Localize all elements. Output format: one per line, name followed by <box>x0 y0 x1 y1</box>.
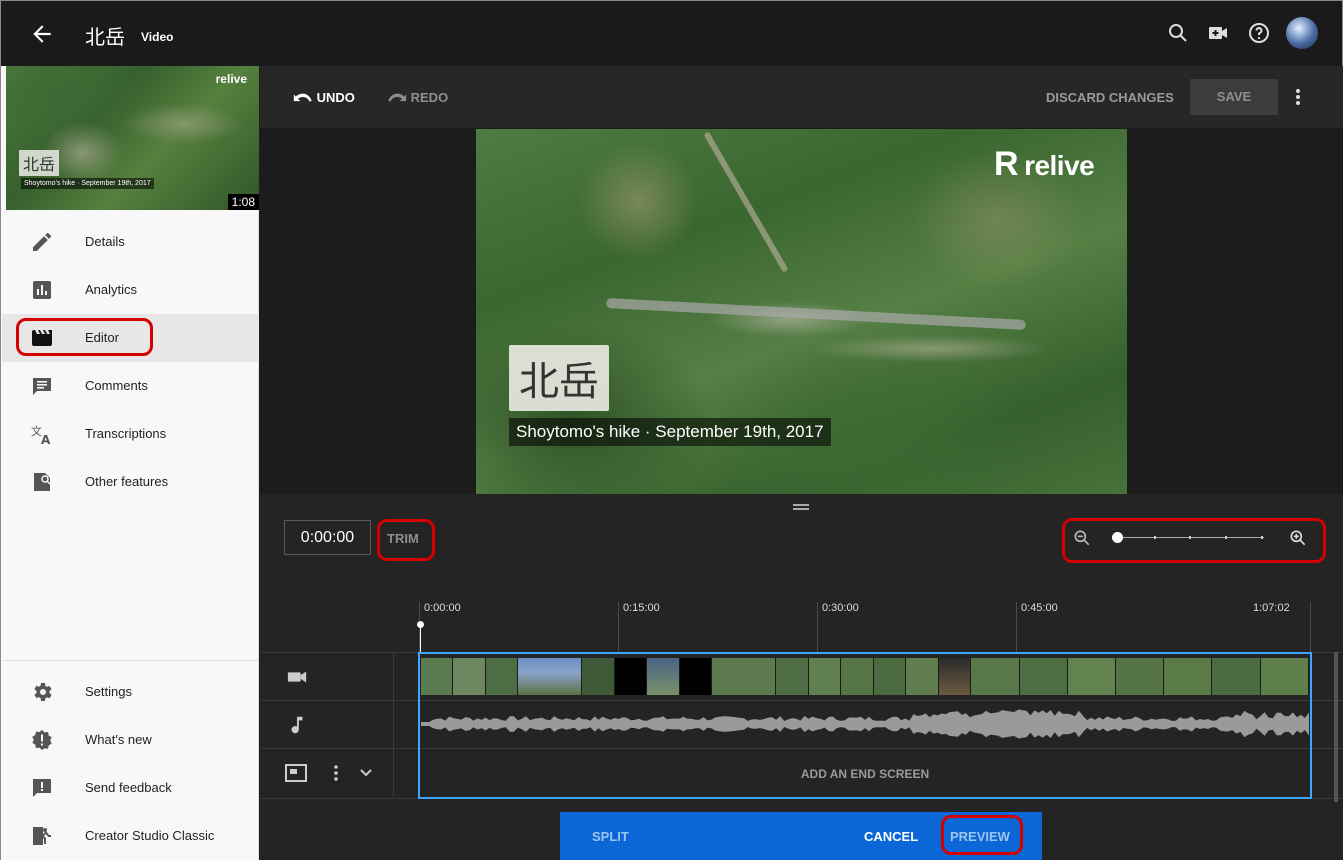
split-button[interactable]: SPLIT <box>592 829 629 844</box>
video-preview-area: Rrelive 北岳 Shoytomo's hike · September 1… <box>260 128 1343 495</box>
ruler-label: 0:00:00 <box>424 602 461 614</box>
clapperboard-icon <box>32 330 52 346</box>
sidebar-item-comments[interactable]: Comments <box>2 362 259 410</box>
sidebar-item-label: Transcriptions <box>85 426 167 441</box>
sidebar-item-whats-new[interactable]: What's new <box>2 716 259 764</box>
zoom-out-icon[interactable] <box>1072 528 1092 548</box>
redo-icon <box>388 93 407 102</box>
bar-chart-icon <box>33 281 51 299</box>
action-bar: SPLIT CANCEL PREVIEW <box>560 812 1042 860</box>
sidebar-item-label: Analytics <box>85 282 138 297</box>
sidebar-item-label: Settings <box>85 684 132 699</box>
ruler-tick <box>1310 602 1311 652</box>
ruler-label: 0:45:00 <box>1021 602 1058 614</box>
thumbnail-duration: 1:08 <box>227 194 259 210</box>
end-screen-track-header <box>260 749 394 797</box>
page-subtitle: Video <box>141 30 174 44</box>
undo-label: UNDO <box>316 90 355 105</box>
avatar[interactable] <box>1286 17 1318 49</box>
more-vert-icon[interactable] <box>328 763 344 783</box>
zoom-tick <box>1225 536 1227 539</box>
zoom-slider-knob[interactable] <box>1112 532 1123 543</box>
zoom-tick <box>1189 536 1191 539</box>
trim-button[interactable]: TRIM <box>387 531 419 546</box>
video-overlay-caption: Shoytomo's hike · September 19th, 2017 <box>509 418 831 446</box>
sidebar-item-label: Editor <box>85 330 119 345</box>
ruler-label: 1:07:02 <box>1253 602 1290 614</box>
video-player[interactable]: Rrelive 北岳 Shoytomo's hike · September 1… <box>476 129 1127 495</box>
sidebar-item-label: Comments <box>85 378 148 393</box>
sidebar-item-other-features[interactable]: Other features <box>2 458 259 506</box>
more-vert-icon[interactable] <box>1288 85 1308 109</box>
terrain-gully <box>703 131 789 273</box>
sidebar-item-transcriptions[interactable]: 文 A Transcriptions <box>2 410 259 458</box>
top-bar: 北岳 Video <box>0 0 1343 66</box>
back-arrow-icon[interactable] <box>29 21 55 47</box>
video-camera-icon <box>287 671 307 683</box>
sidebar-item-label: Creator Studio Classic <box>85 828 215 843</box>
preview-button[interactable]: PREVIEW <box>950 829 1010 844</box>
search-icon[interactable] <box>1166 21 1190 45</box>
thumbnail-title: 北岳 <box>19 150 60 176</box>
save-button[interactable]: SAVE <box>1190 79 1278 115</box>
sidebar-item-label: Details <box>85 234 125 249</box>
sidebar-item-editor[interactable]: Editor <box>2 314 259 362</box>
terrain-river <box>606 298 1026 330</box>
clip-selection-box[interactable] <box>418 652 1312 799</box>
page-title: 北岳 <box>85 25 125 49</box>
chevron-down-icon[interactable] <box>358 765 374 781</box>
other-features-icon <box>34 473 51 491</box>
gear-icon <box>34 683 52 701</box>
zoom-tick <box>1154 536 1156 539</box>
undo-icon <box>293 93 312 102</box>
thumbnail-caption: Shoytomo's hike · September 19th, 2017 <box>21 178 154 189</box>
sidebar-item-label: Other features <box>85 474 169 489</box>
timeline-panel: 0:00:00 TRIM 0:00:00 0:15:00 0:30:00 0:4… <box>260 494 1343 860</box>
editor-toolbar: UNDO REDO DISCARD CHANGES SAVE <box>260 66 1343 128</box>
undo-button[interactable]: UNDO <box>293 90 355 105</box>
video-overlay-title: 北岳 <box>509 345 609 411</box>
sidebar-item-creator-studio-classic[interactable]: Creator Studio Classic <box>2 812 259 860</box>
scrollbar[interactable] <box>1334 652 1338 802</box>
redo-button[interactable]: REDO <box>387 90 448 105</box>
ruler-tick <box>618 602 619 652</box>
sidebar: relive 北岳 Shoytomo's hike · September 19… <box>0 66 259 860</box>
music-note-icon <box>291 716 303 734</box>
cancel-button[interactable]: CANCEL <box>864 829 918 844</box>
ruler-label: 0:15:00 <box>623 602 660 614</box>
alert-badge-icon <box>32 730 52 750</box>
audio-track-header <box>260 701 394 749</box>
timecode-display: 0:00:00 <box>284 520 371 555</box>
sidebar-item-settings[interactable]: Settings <box>2 668 259 716</box>
playhead <box>420 624 421 654</box>
translate-icon: 文 A <box>31 424 51 446</box>
create-video-icon[interactable] <box>1206 21 1230 45</box>
sidebar-item-label: Send feedback <box>85 780 172 795</box>
pencil-icon <box>33 233 51 251</box>
sidebar-divider <box>2 660 259 661</box>
feedback-icon <box>33 779 51 797</box>
discard-changes-button[interactable]: DISCARD CHANGES <box>1046 90 1174 105</box>
exit-icon <box>33 827 51 845</box>
svg-text:A: A <box>41 433 51 446</box>
relive-logo: relive <box>215 72 247 86</box>
end-screen-icon <box>285 764 307 782</box>
sidebar-item-label: What's new <box>85 732 152 747</box>
resize-handle[interactable] <box>793 504 809 510</box>
sidebar-item-analytics[interactable]: Analytics <box>2 266 259 314</box>
sidebar-item-send-feedback[interactable]: Send feedback <box>2 764 259 812</box>
zoom-tick <box>1261 536 1263 539</box>
video-track-header <box>260 653 394 701</box>
zoom-slider-track[interactable] <box>1118 537 1264 538</box>
comment-icon <box>33 378 51 395</box>
ruler-tick <box>1016 602 1017 652</box>
redo-label: REDO <box>410 90 449 105</box>
help-icon[interactable] <box>1247 21 1271 45</box>
sidebar-item-details[interactable]: Details <box>2 218 259 266</box>
ruler-tick <box>817 602 818 652</box>
ruler-label: 0:30:00 <box>822 602 859 614</box>
video-thumbnail[interactable]: relive 北岳 Shoytomo's hike · September 19… <box>6 66 259 210</box>
relive-logo: Rrelive <box>994 145 1095 183</box>
zoom-in-icon[interactable] <box>1288 528 1308 548</box>
